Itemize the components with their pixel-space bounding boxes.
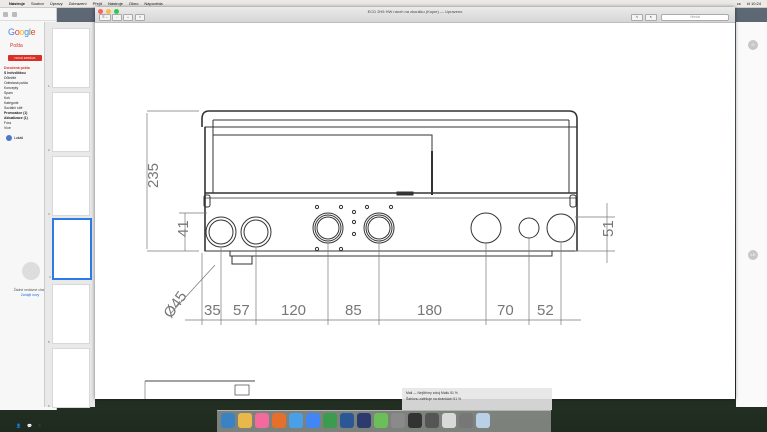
terminal-icon[interactable]	[408, 413, 422, 428]
right-panel	[736, 22, 767, 407]
excel-icon[interactable]	[323, 413, 337, 428]
dimension-label: 85	[345, 302, 362, 319]
back-icon[interactable]	[3, 11, 8, 17]
thumbnail-page[interactable]: 1	[48, 28, 90, 88]
menu-item-edit[interactable]: Úpravy	[50, 0, 63, 7]
browser-toolbar	[0, 8, 56, 21]
chrome-icon[interactable]	[306, 413, 320, 428]
dimension-label: 52	[537, 302, 554, 319]
zoom-out-button[interactable]: −	[112, 14, 122, 21]
menu-item-app[interactable]: Nástroje	[9, 0, 25, 7]
folder-icon[interactable]	[459, 413, 473, 428]
share-button[interactable]: ⇪	[135, 14, 145, 21]
charts-icon[interactable]	[238, 413, 252, 428]
thumbnail-page[interactable]: 5	[48, 284, 90, 344]
document-icon[interactable]	[442, 413, 456, 428]
hangouts-quote-icon	[22, 262, 40, 280]
menu-item-file[interactable]: Soubor	[31, 0, 44, 7]
menu-item-help[interactable]: Nápověda	[144, 0, 162, 7]
thumbnail-page-selected[interactable]: 4	[49, 218, 92, 280]
settings-icon[interactable]	[272, 413, 286, 428]
dimension-label: 51	[600, 220, 617, 237]
activity-line: Šablonu zatěžuje na stránkách 51 %	[406, 397, 462, 401]
menu-item-go[interactable]: Přejít	[93, 0, 102, 7]
avatar	[6, 135, 12, 141]
preview-icon[interactable]	[391, 413, 405, 428]
zoom-in-button[interactable]: +	[123, 14, 133, 21]
user-name: Lukáš	[14, 136, 24, 140]
dimension-label: 180	[417, 302, 442, 319]
dimension-label: 35	[204, 302, 221, 319]
avatar[interactable]: G	[748, 40, 758, 50]
finder-icon[interactable]	[221, 413, 235, 428]
input-language[interactable]: cs	[737, 0, 741, 7]
rotate-button[interactable]: ↻	[645, 14, 657, 21]
diameter-label: Ø45	[160, 288, 190, 321]
messages-icon[interactable]	[374, 413, 388, 428]
thumbnail-page[interactable]: 3	[48, 156, 90, 216]
thumbnail-page[interactable]: 6	[48, 348, 90, 408]
technical-drawing: 235 41 51 Ø45 35 57 120 85 180 70 52	[144, 110, 617, 399]
preview-window: ECD 2H5 HW návrh na zkoušku (Kopie) — Up…	[95, 7, 735, 399]
app-icon[interactable]	[425, 413, 439, 428]
forward-icon[interactable]	[12, 11, 17, 17]
itunes-icon[interactable]	[255, 413, 269, 428]
dimension-label: 235	[145, 163, 162, 188]
safari-icon[interactable]	[289, 413, 303, 428]
chat-icon[interactable]: 💬	[27, 423, 32, 428]
title-bar: ECD 2H5 HW návrh na zkoušku (Kopie) — Up…	[95, 7, 735, 23]
phone-icon[interactable]: ✆	[38, 423, 41, 428]
dock	[217, 410, 551, 432]
clock[interactable]: čt 10:24	[747, 0, 761, 7]
compose-button[interactable]: NOVÁ ZPRÁVA	[8, 55, 42, 61]
dimension-label: 41	[175, 220, 192, 237]
page-thumbnails: 1 2 3 4 5 6	[44, 22, 95, 408]
markup-pen-button[interactable]: ✎	[631, 14, 643, 21]
thumbnail-page[interactable]: 2	[48, 92, 90, 152]
menu-item-tools[interactable]: Nástroje	[108, 0, 123, 7]
word-icon[interactable]	[340, 413, 354, 428]
dimension-label: 57	[233, 302, 250, 319]
dimension-label: 120	[281, 302, 306, 319]
avatar[interactable]: LK	[748, 250, 758, 260]
dimension-label: 70	[497, 302, 514, 319]
person-icon[interactable]: 👤	[16, 423, 21, 428]
hangouts-bottom-bar: 👤 💬 ✆	[16, 423, 41, 428]
trash-icon[interactable]	[476, 413, 490, 428]
menu-item-window[interactable]: Okno	[129, 0, 139, 7]
sidebar-view-button[interactable]: ☰ ⌄	[99, 14, 111, 21]
search-input[interactable]: Hledat	[661, 14, 729, 21]
menu-item-view[interactable]: Zobrazení	[69, 0, 87, 7]
activity-panel: Mail — Nejčtřímy zdroj Mailu 51 % Šablon…	[402, 388, 552, 410]
photoshop-icon[interactable]	[357, 413, 371, 428]
